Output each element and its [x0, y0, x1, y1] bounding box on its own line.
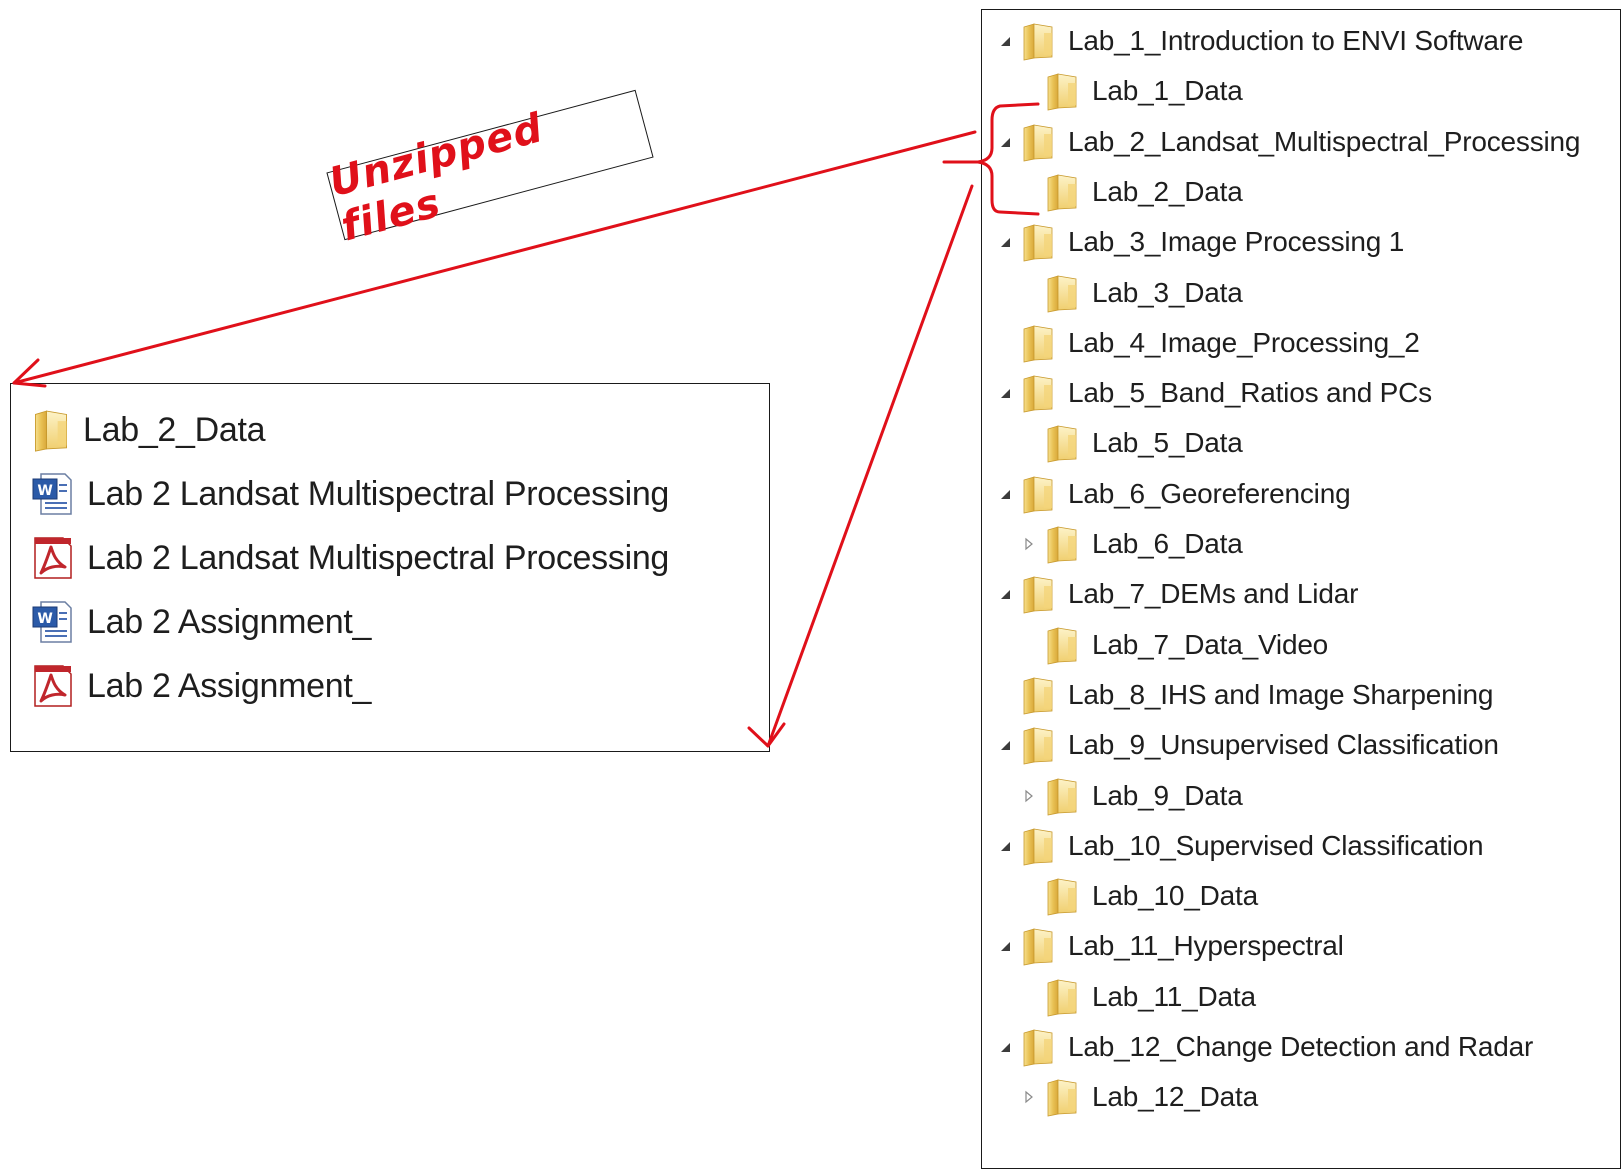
- selection-brace: [942, 102, 1040, 216]
- arrow-to-panel-bottom-right: [766, 184, 974, 748]
- annotation-arrows: [12, 102, 1040, 748]
